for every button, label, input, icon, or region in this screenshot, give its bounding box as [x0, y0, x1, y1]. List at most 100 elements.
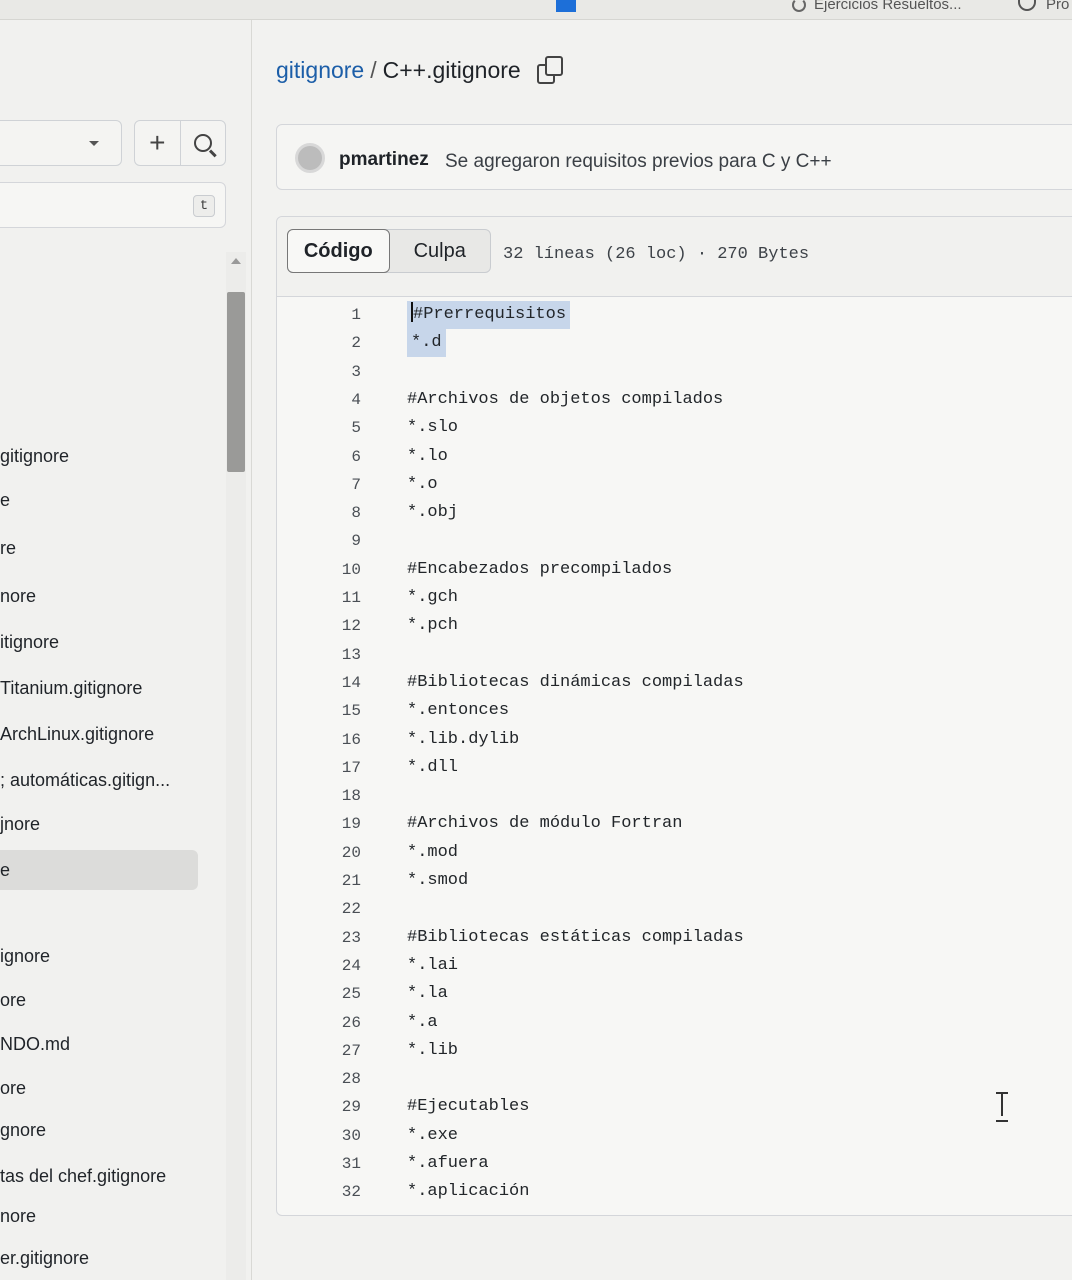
line-number[interactable]: 17 [317, 754, 361, 782]
line-number[interactable]: 16 [317, 726, 361, 754]
sidebar-file-item[interactable]: ore [0, 1068, 198, 1108]
code-line[interactable]: 26 *.a [277, 1009, 1072, 1037]
line-number[interactable]: 2 [317, 329, 361, 357]
line-number[interactable]: 29 [317, 1093, 361, 1121]
search-button[interactable] [179, 121, 226, 165]
sidebar-file-item[interactable]: er.gitignore [0, 1238, 198, 1278]
code-line[interactable]: 12 *.pch [277, 612, 1072, 640]
line-number[interactable]: 23 [317, 924, 361, 952]
code-line[interactable]: 8 *.obj [277, 499, 1072, 527]
copy-icon[interactable] [536, 56, 563, 84]
sidebar-file-item[interactable]: nore [0, 1196, 198, 1236]
code-line[interactable]: 25 *.la [277, 980, 1072, 1008]
code-line[interactable]: 29 #Ejecutables [277, 1093, 1072, 1121]
code-line[interactable]: 6 *.lo [277, 443, 1072, 471]
code-line[interactable]: 5 *.slo [277, 414, 1072, 442]
code-line[interactable]: 20 *.mod [277, 839, 1072, 867]
sidebar-scrollbar[interactable] [226, 252, 246, 1280]
sidebar-file-item[interactable]: re [0, 528, 198, 568]
sidebar-file-item[interactable]: ; automáticas.gitign... [0, 760, 198, 800]
line-number[interactable]: 9 [317, 527, 361, 555]
line-number[interactable]: 32 [317, 1178, 361, 1206]
line-number[interactable]: 20 [317, 839, 361, 867]
code-line[interactable]: 15 *.entonces [277, 697, 1072, 725]
line-number[interactable]: 31 [317, 1150, 361, 1178]
code-line[interactable]: 13 [277, 641, 1072, 669]
browser-tab-pro[interactable]: Pro [1018, 0, 1069, 13]
commit-author[interactable]: pmartinez [339, 149, 429, 171]
sidebar-file-item[interactable]: ArchLinux.gitignore [0, 714, 198, 754]
scroll-up-icon[interactable] [231, 258, 241, 264]
code-line[interactable]: 22 [277, 895, 1072, 923]
sidebar-file-item[interactable]: e [0, 480, 198, 520]
code-line[interactable]: 14 #Bibliotecas dinámicas compiladas [277, 669, 1072, 697]
sidebar-file-item[interactable]: nore [0, 576, 198, 616]
code-panel: Código Culpa 32 líneas (26 loc) · 270 By… [276, 216, 1072, 1216]
line-number[interactable]: 18 [317, 782, 361, 810]
line-number[interactable]: 15 [317, 697, 361, 725]
code-line[interactable]: 7 *.o [277, 471, 1072, 499]
add-file-button[interactable]: + [135, 121, 180, 165]
line-number[interactable]: 21 [317, 867, 361, 895]
line-number[interactable]: 8 [317, 499, 361, 527]
code-line[interactable]: 24 *.lai [277, 952, 1072, 980]
sidebar-file-item[interactable]: NDO.md [0, 1024, 198, 1064]
line-number[interactable]: 13 [317, 641, 361, 669]
line-number[interactable]: 3 [317, 358, 361, 386]
code-line[interactable]: 3 [277, 358, 1072, 386]
scrollbar-thumb[interactable] [227, 292, 245, 472]
line-number[interactable]: 24 [317, 952, 361, 980]
line-number[interactable]: 5 [317, 414, 361, 442]
line-number[interactable]: 7 [317, 471, 361, 499]
sidebar-file-item[interactable]: itignore [0, 622, 198, 662]
code-line[interactable]: 10 #Encabezados precompilados [277, 556, 1072, 584]
tab-blame[interactable]: Culpa [390, 230, 491, 272]
code-line[interactable]: 32 *.aplicación [277, 1178, 1072, 1206]
line-number[interactable]: 27 [317, 1037, 361, 1065]
breadcrumb-repo-link[interactable]: gitignore [276, 57, 364, 83]
sidebar-file-item[interactable]: ignore [0, 936, 198, 976]
line-number[interactable]: 4 [317, 386, 361, 414]
sidebar-file-item[interactable]: gnore [0, 1110, 198, 1150]
go-to-file-input[interactable]: t [0, 182, 226, 228]
line-number[interactable]: 11 [317, 584, 361, 612]
line-number[interactable]: 22 [317, 895, 361, 923]
code-line[interactable]: 4 #Archivos de objetos compilados [277, 386, 1072, 414]
code-line[interactable]: 2 *.d [277, 329, 1072, 358]
line-number[interactable]: 1 [317, 301, 361, 329]
code-line[interactable]: 21 *.smod [277, 867, 1072, 895]
line-number[interactable]: 26 [317, 1009, 361, 1037]
line-number[interactable]: 28 [317, 1065, 361, 1093]
code-line[interactable]: 31 *.afuera [277, 1150, 1072, 1178]
sidebar-file-item[interactable]: e [0, 850, 198, 890]
branch-select[interactable] [0, 120, 122, 166]
code-line[interactable]: 1 #Prerrequisitos [277, 301, 1072, 329]
sidebar-file-item[interactable]: jnore [0, 804, 198, 844]
tab-code[interactable]: Código [287, 229, 390, 273]
line-number[interactable]: 10 [317, 556, 361, 584]
commit-message[interactable]: Se agregaron requisitos previos para C y… [445, 151, 832, 173]
code-line[interactable]: 27 *.lib [277, 1037, 1072, 1065]
line-number[interactable]: 12 [317, 612, 361, 640]
code-line[interactable]: 23 #Bibliotecas estáticas compiladas [277, 924, 1072, 952]
line-number[interactable]: 6 [317, 443, 361, 471]
line-number[interactable]: 30 [317, 1122, 361, 1150]
line-number[interactable]: 14 [317, 669, 361, 697]
code-line[interactable]: 11 *.gch [277, 584, 1072, 612]
code-line[interactable]: 28 [277, 1065, 1072, 1093]
line-number[interactable]: 19 [317, 810, 361, 838]
code-line[interactable]: 16 *.lib.dylib [277, 726, 1072, 754]
sidebar-file-item[interactable]: tas del chef.gitignore [0, 1156, 198, 1196]
sidebar-file-item[interactable]: ore [0, 980, 198, 1020]
code-line[interactable]: 19 #Archivos de módulo Fortran [277, 810, 1072, 838]
code-line[interactable]: 18 [277, 782, 1072, 810]
code-line[interactable]: 17 *.dll [277, 754, 1072, 782]
sidebar-file-item[interactable]: Titanium.gitignore [0, 668, 198, 708]
code-line[interactable]: 9 [277, 527, 1072, 555]
code-line[interactable]: 30 *.exe [277, 1122, 1072, 1150]
line-number[interactable]: 25 [317, 980, 361, 1008]
browser-tab-ejercicios[interactable]: Ejercicios Resueltos... [792, 0, 962, 13]
avatar[interactable] [295, 143, 325, 173]
sidebar-file-item[interactable]: gitignore [0, 436, 198, 476]
browser-tab-partial[interactable] [556, 0, 584, 13]
